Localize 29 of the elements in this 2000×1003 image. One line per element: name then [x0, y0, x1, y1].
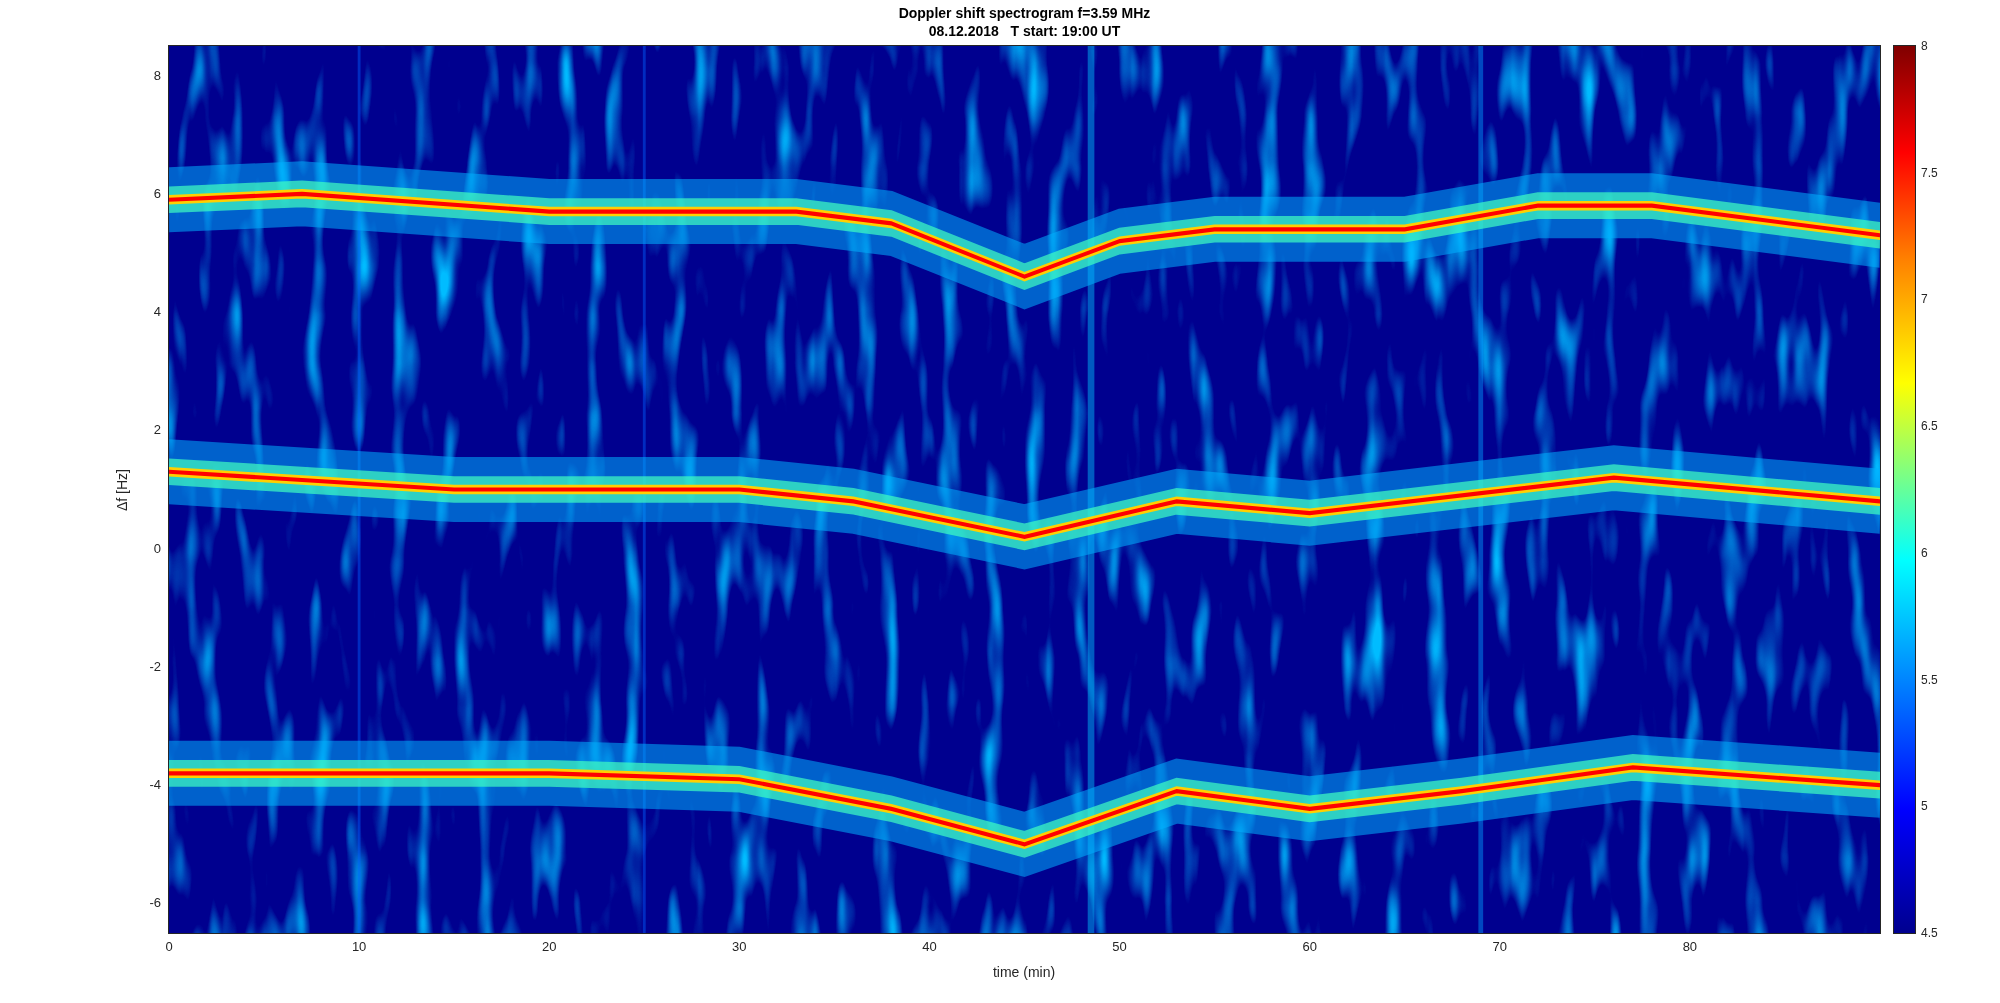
tick-label: 50: [1112, 940, 1127, 954]
tick-label: 2: [153, 423, 161, 438]
tick-label: 5.5: [1921, 672, 1938, 687]
tick-label: 10: [351, 940, 367, 954]
chart-subtitle: 08.12.2018 T start: 19:00 UT: [927, 22, 1122, 40]
tick-label: 6: [1921, 545, 1928, 560]
chart-title: Doppler shift spectrogram f=3.59 MHz: [897, 4, 1152, 22]
tick-label: 30: [732, 940, 747, 954]
tick-label: 4.5: [1921, 926, 1938, 940]
tick-label: 5: [1921, 799, 1928, 814]
tick-label: 7: [1921, 292, 1928, 307]
tick-label: 40: [922, 940, 937, 954]
tick-label: 7.5: [1921, 165, 1938, 180]
tick-label: 8: [1921, 39, 1928, 53]
tick-label: 6.5: [1921, 419, 1938, 434]
tick-label: 60: [1302, 940, 1317, 954]
tick-label: 20: [542, 940, 557, 954]
tick-label: -2: [149, 659, 161, 674]
tick-label: 4: [153, 305, 161, 320]
tick-label: 0: [153, 541, 161, 556]
tick-label: 80: [1682, 940, 1698, 954]
tick-label: 6: [153, 186, 161, 201]
tick-label: 0: [165, 940, 173, 954]
axis-label: Δf [Hz]: [112, 469, 131, 511]
tick-label: 8: [153, 68, 161, 83]
tick-label: 70: [1492, 940, 1507, 954]
axis-label: time (min): [992, 963, 1056, 982]
tick-label: -4: [149, 778, 161, 793]
tick-label: -6: [149, 896, 161, 911]
